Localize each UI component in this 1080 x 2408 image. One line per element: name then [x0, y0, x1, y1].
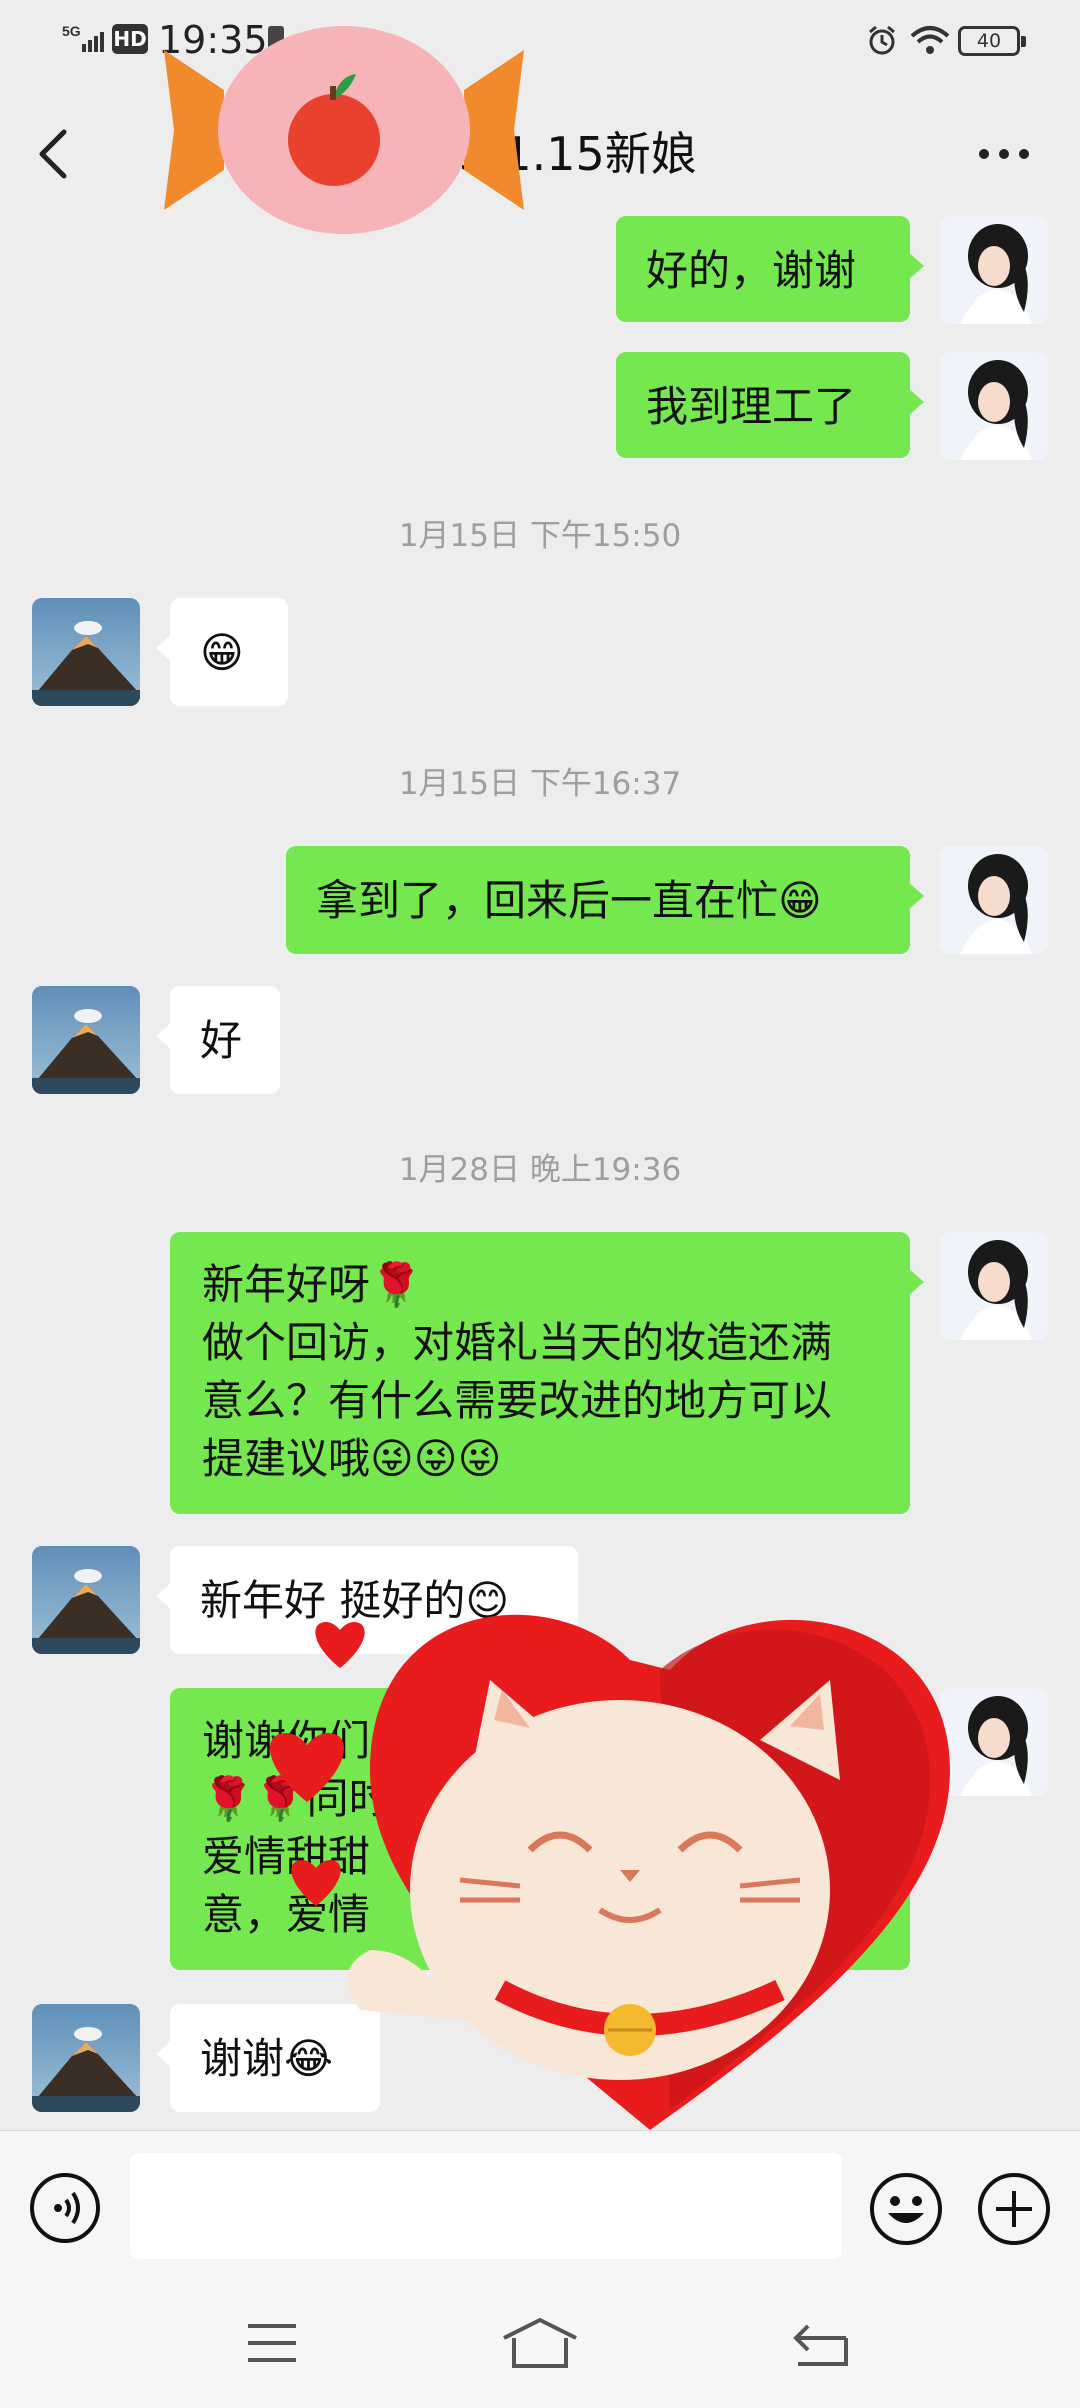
more-dots-icon[interactable]: [976, 140, 1032, 168]
timestamp: 1月15日 下午15:50: [398, 518, 682, 554]
timestamp: 1月28日 晚上19:36: [398, 1152, 682, 1188]
my-avatar[interactable]: [940, 352, 1048, 460]
signal-icon: 5G: [62, 23, 104, 52]
back-nav-icon[interactable]: [790, 2316, 850, 2368]
candy-sticker-icon: [164, 26, 524, 234]
message-bubble-sent[interactable]: 好的，谢谢: [616, 216, 924, 322]
my-avatar[interactable]: [940, 1232, 1048, 1340]
home-icon[interactable]: [500, 2316, 580, 2370]
timestamp: 1月15日 下午16:37: [398, 766, 682, 802]
message-bubble-received[interactable]: 好: [156, 986, 280, 1094]
system-nav-bar: [0, 2280, 1080, 2408]
voice-icon[interactable]: [28, 2171, 102, 2245]
heart-icon: [270, 1733, 344, 1802]
message-text-input[interactable]: [130, 2153, 842, 2259]
heart-icon: [315, 1622, 365, 1668]
svg-text:5G: 5G: [62, 23, 81, 39]
contact-avatar[interactable]: [32, 986, 140, 1094]
contact-avatar[interactable]: [32, 2004, 140, 2112]
message-bubble-sent[interactable]: 我到理工了: [616, 352, 924, 458]
emoji-icon[interactable]: [868, 2171, 944, 2247]
status-bar: 5G HD 19:35 40: [0, 0, 1080, 80]
message-bubble-sent[interactable]: 拿到了，回来后一直在忙😁: [286, 846, 924, 954]
contact-avatar[interactable]: [32, 598, 140, 706]
plus-icon[interactable]: [976, 2171, 1052, 2247]
message-bubble-sent[interactable]: 新年好呀🌹 做个回访，对婚礼当天的妆造还满 意么？有什么需要改进的地方可以 提建…: [170, 1232, 924, 1514]
chat-header: 林23.1.15新娘: [0, 80, 1080, 214]
back-arrow-icon[interactable]: [34, 124, 74, 184]
message-input-bar: [0, 2130, 1080, 2281]
heart-icon: [291, 1860, 341, 1906]
wifi-icon: [910, 26, 950, 54]
battery-icon: 40: [958, 26, 1026, 56]
contact-avatar[interactable]: [32, 1546, 140, 1654]
hd-icon: HD: [112, 24, 148, 54]
my-avatar[interactable]: [940, 216, 1048, 324]
message-bubble-received[interactable]: 😁: [156, 598, 288, 706]
alarm-icon: [869, 25, 895, 55]
heart-cat-sticker-icon: [347, 1614, 950, 2130]
my-avatar[interactable]: [940, 846, 1048, 954]
menu-icon[interactable]: [246, 2322, 298, 2364]
